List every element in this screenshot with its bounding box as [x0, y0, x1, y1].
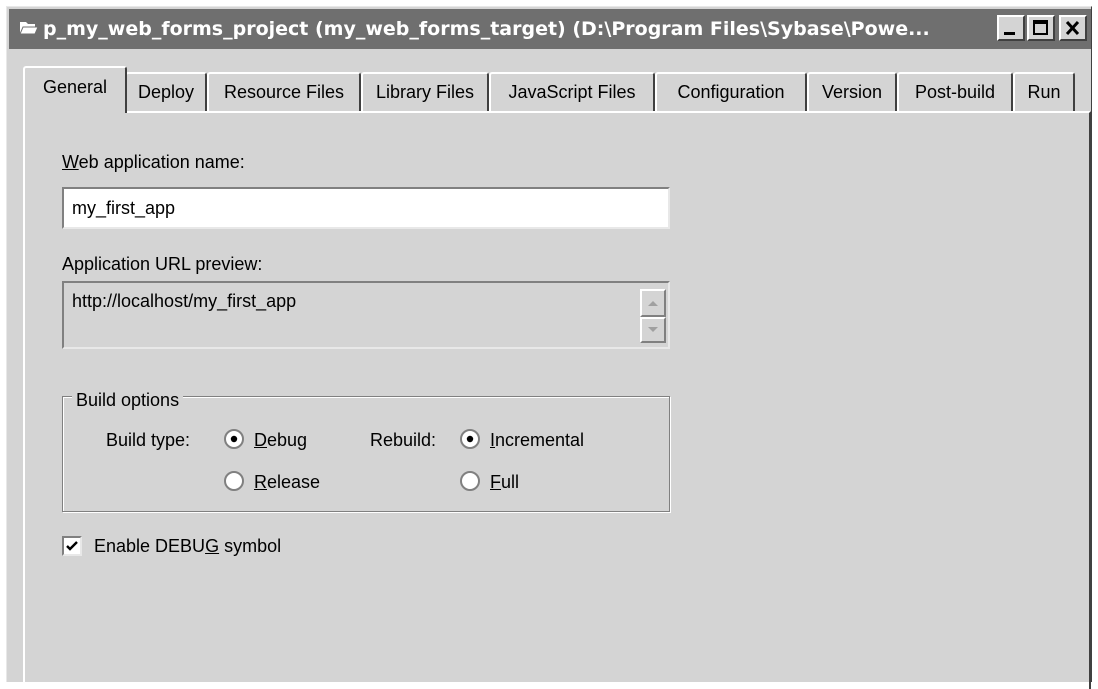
checkmark-icon	[66, 541, 78, 551]
tab-library-files[interactable]: Library Files	[361, 72, 489, 111]
radio-debug-label[interactable]: Debug	[254, 428, 307, 452]
folder-icon	[19, 22, 39, 35]
tab-post-build[interactable]: Post-build	[897, 72, 1013, 111]
debug-symbol-label[interactable]: Enable DEBUG symbol	[94, 534, 281, 558]
radio-full[interactable]	[460, 471, 480, 491]
title-bar[interactable]: p_my_web_forms_project (my_web_forms_tar…	[9, 9, 1091, 49]
minimize-button[interactable]	[997, 15, 1025, 41]
scroll-down-button[interactable]	[640, 317, 666, 343]
window-title: p_my_web_forms_project (my_web_forms_tar…	[43, 18, 930, 40]
tab-general[interactable]: General	[23, 66, 127, 113]
radio-full-label[interactable]: Full	[490, 470, 519, 494]
radio-release-label[interactable]: Release	[254, 470, 320, 494]
app-name-label: Web application name:	[62, 152, 245, 172]
radio-incremental-label[interactable]: Incremental	[490, 428, 584, 452]
down-arrow-icon	[648, 327, 658, 332]
tab-resource-files[interactable]: Resource Files	[207, 72, 361, 111]
rebuild-label: Rebuild:	[370, 430, 437, 450]
tab-version[interactable]: Version	[807, 72, 897, 111]
tab-deploy[interactable]: Deploy	[125, 72, 207, 111]
close-icon	[1065, 20, 1080, 36]
url-preview-box[interactable]: http://localhost/my_first_app	[62, 281, 670, 349]
maximize-button[interactable]	[1027, 15, 1055, 41]
radio-incremental[interactable]	[460, 429, 480, 449]
close-button[interactable]	[1059, 15, 1087, 41]
maximize-icon	[1033, 20, 1048, 35]
build-type-label: Build type:	[106, 430, 191, 450]
build-options-title: Build options	[72, 388, 184, 412]
url-preview-label: Application URL preview:	[62, 254, 263, 274]
tab-run[interactable]: Run	[1013, 72, 1075, 111]
tab-configuration[interactable]: Configuration	[655, 72, 807, 111]
build-options-group	[62, 396, 670, 512]
tab-javascript-files[interactable]: JavaScript Files	[489, 72, 655, 111]
up-arrow-icon	[648, 301, 658, 306]
radio-release[interactable]	[224, 471, 244, 491]
app-name-input[interactable]	[62, 187, 670, 229]
radio-debug[interactable]	[224, 429, 244, 449]
url-preview-text: http://localhost/my_first_app	[72, 291, 297, 311]
minimize-icon	[1004, 32, 1015, 35]
debug-symbol-checkbox[interactable]	[62, 536, 82, 556]
scroll-up-button[interactable]	[640, 289, 666, 317]
